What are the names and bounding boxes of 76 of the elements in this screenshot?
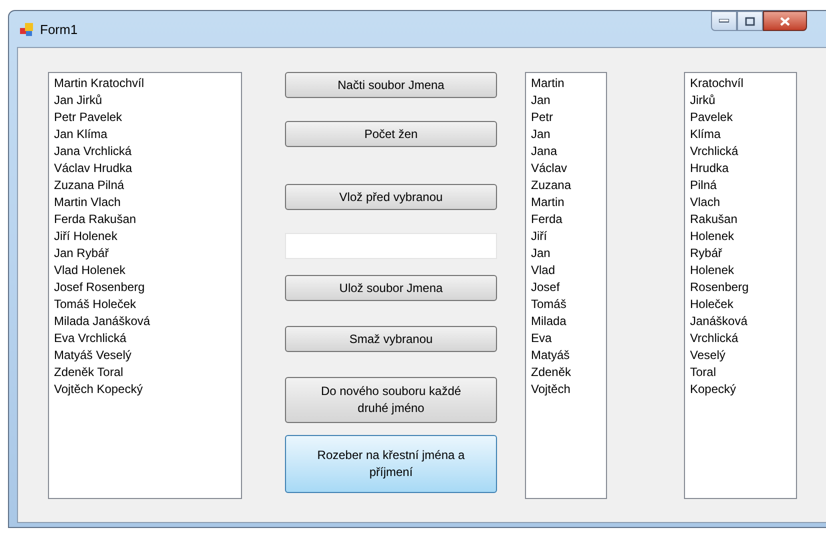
maximize-icon bbox=[745, 16, 755, 26]
list-item[interactable]: Tomáš Holeček bbox=[54, 296, 236, 313]
list-item[interactable]: Zuzana Pilná bbox=[54, 177, 236, 194]
list-item[interactable]: Jiří bbox=[531, 228, 601, 245]
list-item[interactable]: Jan bbox=[531, 92, 601, 109]
list-item[interactable]: Toral bbox=[690, 364, 791, 381]
list-item[interactable]: Hrudka bbox=[690, 160, 791, 177]
action-button[interactable]: Načti soubor Jmena bbox=[285, 72, 497, 98]
list-item[interactable]: Holeček bbox=[690, 296, 791, 313]
list-item[interactable]: Jan Klíma bbox=[54, 126, 236, 143]
list-item[interactable]: Tomáš bbox=[531, 296, 601, 313]
list-item[interactable]: Milada bbox=[531, 313, 601, 330]
list-item[interactable]: Jan Jirků bbox=[54, 92, 236, 109]
list-box[interactable] bbox=[48, 72, 242, 499]
list-item[interactable]: Rakušan bbox=[690, 211, 791, 228]
list-item[interactable]: Jan bbox=[531, 245, 601, 262]
text-field[interactable] bbox=[285, 233, 497, 259]
list-item[interactable]: Martin Kratochvíl bbox=[54, 75, 236, 92]
close-icon bbox=[780, 16, 790, 26]
list-item[interactable]: Václav bbox=[531, 160, 601, 177]
list-item[interactable]: Kratochvíl bbox=[690, 75, 791, 92]
list-item[interactable]: Josef Rosenberg bbox=[54, 279, 236, 296]
list-item[interactable]: Rosenberg bbox=[690, 279, 791, 296]
action-button[interactable]: Smaž vybranou bbox=[285, 326, 497, 352]
close-button[interactable] bbox=[763, 11, 807, 31]
list-item[interactable]: Pavelek bbox=[690, 109, 791, 126]
list-item[interactable]: Eva bbox=[531, 330, 601, 347]
list-item[interactable]: Martin Vlach bbox=[54, 194, 236, 211]
action-button[interactable]: Ulož soubor Jmena bbox=[285, 275, 497, 301]
list-item[interactable]: Vrchlická bbox=[690, 330, 791, 347]
minimize-icon bbox=[719, 19, 729, 23]
window-title: Form1 bbox=[40, 21, 78, 39]
list-item[interactable]: Vojtěch Kopecký bbox=[54, 381, 236, 398]
list-item[interactable]: Milada Janášková bbox=[54, 313, 236, 330]
list-item[interactable]: Martin bbox=[531, 194, 601, 211]
action-button[interactable]: Do nového souboru každé druhé jméno bbox=[285, 377, 497, 423]
list-item[interactable]: Vlach bbox=[690, 194, 791, 211]
list-box[interactable]: Martin Jan Petr Jan Jana Václav Zuzana Martin Ferda Jiří Jan Vlad Josef Tomáš Milada Eva Matyáš Zdeněk Vojtěch bbox=[525, 72, 607, 499]
list-item[interactable]: Kopecký bbox=[690, 381, 791, 398]
minimize-button[interactable] bbox=[711, 11, 737, 31]
list-item[interactable]: Václav Hrudka bbox=[54, 160, 236, 177]
list-item[interactable]: Jan bbox=[531, 126, 601, 143]
list-item[interactable]: Matyáš bbox=[531, 347, 601, 364]
list-item[interactable]: Martin bbox=[531, 75, 601, 92]
list-item[interactable]: Holenek bbox=[690, 228, 791, 245]
list-item[interactable]: Jana Vrchlická bbox=[54, 143, 236, 160]
list-item[interactable]: Zdeněk bbox=[531, 364, 601, 381]
action-button[interactable]: Vlož před vybranou bbox=[285, 184, 497, 210]
list-item[interactable]: Jan Rybář bbox=[54, 245, 236, 262]
list-item[interactable]: Zdeněk Toral bbox=[54, 364, 236, 381]
app-icon bbox=[19, 21, 35, 37]
list-item[interactable]: Vrchlická bbox=[690, 143, 791, 160]
list-box[interactable]: Kratochvíl Jirků Pavelek Klíma Vrchlická Hrudka Pilná Vlach Rakušan Holenek Rybář Holenek Rosenberg Holeček Janášková Vrchlická Veselý Toral Kopecký bbox=[684, 72, 797, 499]
list-item[interactable]: Vlad bbox=[531, 262, 601, 279]
list-item[interactable]: Ferda Rakušan bbox=[54, 211, 236, 228]
action-button[interactable]: Rozeber na křestní jména a příjmení bbox=[285, 435, 497, 493]
list-item[interactable]: Matyáš Veselý bbox=[54, 347, 236, 364]
list-item[interactable]: Janášková bbox=[690, 313, 791, 330]
list-item[interactable]: Jiří Holenek bbox=[54, 228, 236, 245]
list-item[interactable]: Klíma bbox=[690, 126, 791, 143]
list-item[interactable]: Zuzana bbox=[531, 177, 601, 194]
maximize-button[interactable] bbox=[737, 11, 763, 31]
list-item[interactable]: Veselý bbox=[690, 347, 791, 364]
action-button[interactable]: Počet žen bbox=[285, 121, 497, 147]
list-item[interactable]: Eva Vrchlická bbox=[54, 330, 236, 347]
list-item[interactable]: Ferda bbox=[531, 211, 601, 228]
list-item[interactable]: Pilná bbox=[690, 177, 791, 194]
list-item[interactable]: Vojtěch bbox=[531, 381, 601, 398]
list-item[interactable]: Petr Pavelek bbox=[54, 109, 236, 126]
list-item[interactable]: Josef bbox=[531, 279, 601, 296]
list-item[interactable]: Petr bbox=[531, 109, 601, 126]
list-item[interactable]: Rybář bbox=[690, 245, 791, 262]
list-item[interactable]: Jirků bbox=[690, 92, 791, 109]
list-item[interactable]: Jana bbox=[531, 143, 601, 160]
list-item[interactable]: Vlad Holenek bbox=[54, 262, 236, 279]
list-item[interactable]: Holenek bbox=[690, 262, 791, 279]
